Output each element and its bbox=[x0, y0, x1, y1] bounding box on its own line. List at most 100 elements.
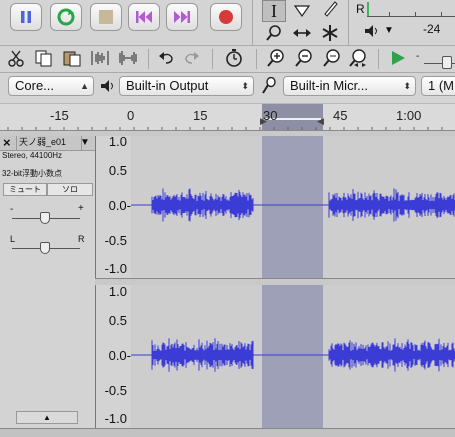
speaker-volume-icon[interactable] bbox=[364, 24, 380, 41]
zoom-out-button[interactable] bbox=[292, 47, 316, 69]
paste-button[interactable] bbox=[60, 47, 84, 69]
toolbar-row-divider bbox=[0, 45, 455, 46]
input-channels-select[interactable]: 1 (M bbox=[421, 76, 455, 96]
redo-button[interactable] bbox=[180, 47, 204, 69]
pan-right-label: R bbox=[78, 234, 85, 244]
y-axis-label: 0.0- bbox=[108, 348, 131, 363]
play-speed-thumb[interactable] bbox=[442, 56, 452, 69]
skip-start-icon bbox=[136, 11, 152, 23]
zoom-out-icon bbox=[295, 49, 312, 67]
record-button[interactable] bbox=[210, 3, 242, 31]
stop-button[interactable] bbox=[90, 3, 122, 31]
edit-separator-4 bbox=[378, 49, 379, 69]
play-speed-slider[interactable]: - bbox=[416, 50, 455, 69]
cut-button[interactable] bbox=[4, 47, 28, 69]
ruler-tick-label: 0 bbox=[127, 108, 135, 123]
trim-button[interactable] bbox=[88, 47, 112, 69]
track-name-menu[interactable]: 天ノ弱_e01 bbox=[16, 136, 82, 150]
toolbar-row-divider-2 bbox=[0, 72, 455, 73]
copy-button[interactable] bbox=[32, 47, 56, 69]
toolbar-separator-2 bbox=[348, 0, 349, 45]
silence-audio-icon bbox=[119, 51, 137, 65]
waveform-right-channel[interactable] bbox=[131, 285, 455, 428]
selection-tool[interactable]: I bbox=[262, 0, 286, 22]
y-axis-label: 1.0 bbox=[108, 284, 127, 299]
draw-tool[interactable] bbox=[318, 0, 342, 19]
edit-separator bbox=[148, 49, 149, 69]
multi-tool[interactable] bbox=[318, 22, 342, 44]
undo-icon bbox=[159, 52, 173, 64]
selection-end-marker[interactable]: ◀ bbox=[317, 116, 324, 127]
fit-selection-icon bbox=[323, 49, 340, 67]
collapse-up-icon: ▲ bbox=[43, 413, 51, 422]
chevron-updown-icon: ⬍ bbox=[241, 81, 249, 91]
toolbar: I R ▼ -24 - Core... ▲ Built-in Output ⬍ … bbox=[0, 0, 455, 103]
y-axis-label: 0.0- bbox=[108, 198, 131, 213]
meter-dropdown-icon[interactable]: ▼ bbox=[384, 25, 394, 36]
ruler-tick-label: 45 bbox=[333, 108, 348, 123]
close-track-icon[interactable]: × bbox=[3, 135, 11, 150]
y-axis-left-channel[interactable]: 1.0 0.5 0.0- -0.5 -1.0 bbox=[96, 134, 131, 278]
track-bitdepth: 32-bit浮動小数点 bbox=[2, 169, 63, 178]
pause-icon bbox=[21, 11, 31, 23]
silence-button[interactable] bbox=[116, 47, 140, 69]
selection-start-marker[interactable]: ▶ bbox=[260, 116, 267, 127]
pan-left-label: L bbox=[10, 234, 16, 244]
fit-selection-button[interactable] bbox=[320, 47, 344, 69]
multi-tool-icon bbox=[322, 25, 338, 41]
mute-button[interactable]: ミュート bbox=[3, 183, 47, 196]
fit-project-button[interactable] bbox=[346, 47, 370, 69]
chevron-updown-icon: ⬍ bbox=[403, 81, 411, 91]
waveform-left-channel[interactable] bbox=[131, 136, 455, 278]
magnifier-icon bbox=[266, 25, 281, 41]
fit-project-icon bbox=[349, 49, 366, 67]
speaker-icon bbox=[100, 79, 116, 96]
recording-meter[interactable] bbox=[367, 2, 455, 17]
record-icon bbox=[219, 10, 233, 24]
copy-icon bbox=[35, 50, 52, 67]
edit-separator-2 bbox=[212, 49, 213, 69]
track-control-panel: × 天ノ弱_e01 ▼ Stereo, 44100Hz 32-bit浮動小数点 … bbox=[0, 135, 96, 428]
envelope-tool[interactable] bbox=[290, 0, 314, 22]
sync-lock-button[interactable] bbox=[222, 47, 246, 69]
timeshift-tool[interactable] bbox=[290, 22, 314, 44]
skip-to-end-button[interactable] bbox=[166, 3, 198, 31]
ruler-tick-label: -15 bbox=[50, 108, 69, 123]
envelope-icon bbox=[293, 5, 311, 18]
pause-button[interactable] bbox=[10, 3, 42, 31]
track-format: Stereo, 44100Hz bbox=[2, 151, 63, 160]
zoom-in-button[interactable] bbox=[264, 47, 288, 69]
track-menu-dropdown-icon[interactable]: ▼ bbox=[80, 137, 90, 148]
clock-icon bbox=[226, 49, 242, 67]
gain-slider-thumb[interactable] bbox=[40, 212, 50, 224]
gain-plus-label: + bbox=[78, 203, 84, 214]
zoom-tool[interactable] bbox=[262, 22, 286, 44]
scissors-icon bbox=[8, 50, 24, 67]
collapse-track-button[interactable]: ▲ bbox=[16, 411, 78, 424]
undo-button[interactable] bbox=[154, 47, 178, 69]
paste-icon bbox=[63, 51, 81, 67]
timeline-ruler[interactable]: -15 0 15 30 45 1:00 ▶ ◀ bbox=[0, 103, 455, 131]
skip-to-start-button[interactable] bbox=[128, 3, 160, 31]
y-axis-right-channel[interactable]: 1.0 0.5 0.0- -0.5 -1.0 bbox=[96, 284, 131, 428]
input-device-select[interactable]: Built-in Micr... ⬍ bbox=[283, 76, 416, 96]
solo-button[interactable]: ソロ bbox=[47, 183, 93, 196]
loop-icon bbox=[57, 8, 75, 26]
chevron-updown-icon: ▲ bbox=[80, 81, 89, 91]
redo-icon bbox=[185, 52, 199, 64]
meter-db-label: -24 bbox=[423, 22, 441, 36]
loop-play-button[interactable] bbox=[50, 3, 82, 31]
play-at-speed-button[interactable] bbox=[386, 47, 410, 69]
edit-separator-3 bbox=[256, 49, 257, 69]
y-axis-label: 0.5 bbox=[108, 313, 127, 328]
gain-minus-label: - bbox=[10, 204, 14, 215]
skip-end-icon bbox=[174, 11, 190, 23]
output-device-select[interactable]: Built-in Output ⬍ bbox=[119, 76, 254, 96]
y-axis-label: -0.5 bbox=[104, 233, 127, 248]
zoom-in-icon bbox=[267, 49, 284, 67]
audio-host-select[interactable]: Core... ▲ bbox=[8, 76, 94, 96]
play-icon bbox=[392, 51, 405, 65]
microphone-icon bbox=[261, 76, 277, 98]
pan-slider-thumb[interactable] bbox=[40, 242, 50, 254]
meter-channel-label: R bbox=[356, 2, 365, 16]
